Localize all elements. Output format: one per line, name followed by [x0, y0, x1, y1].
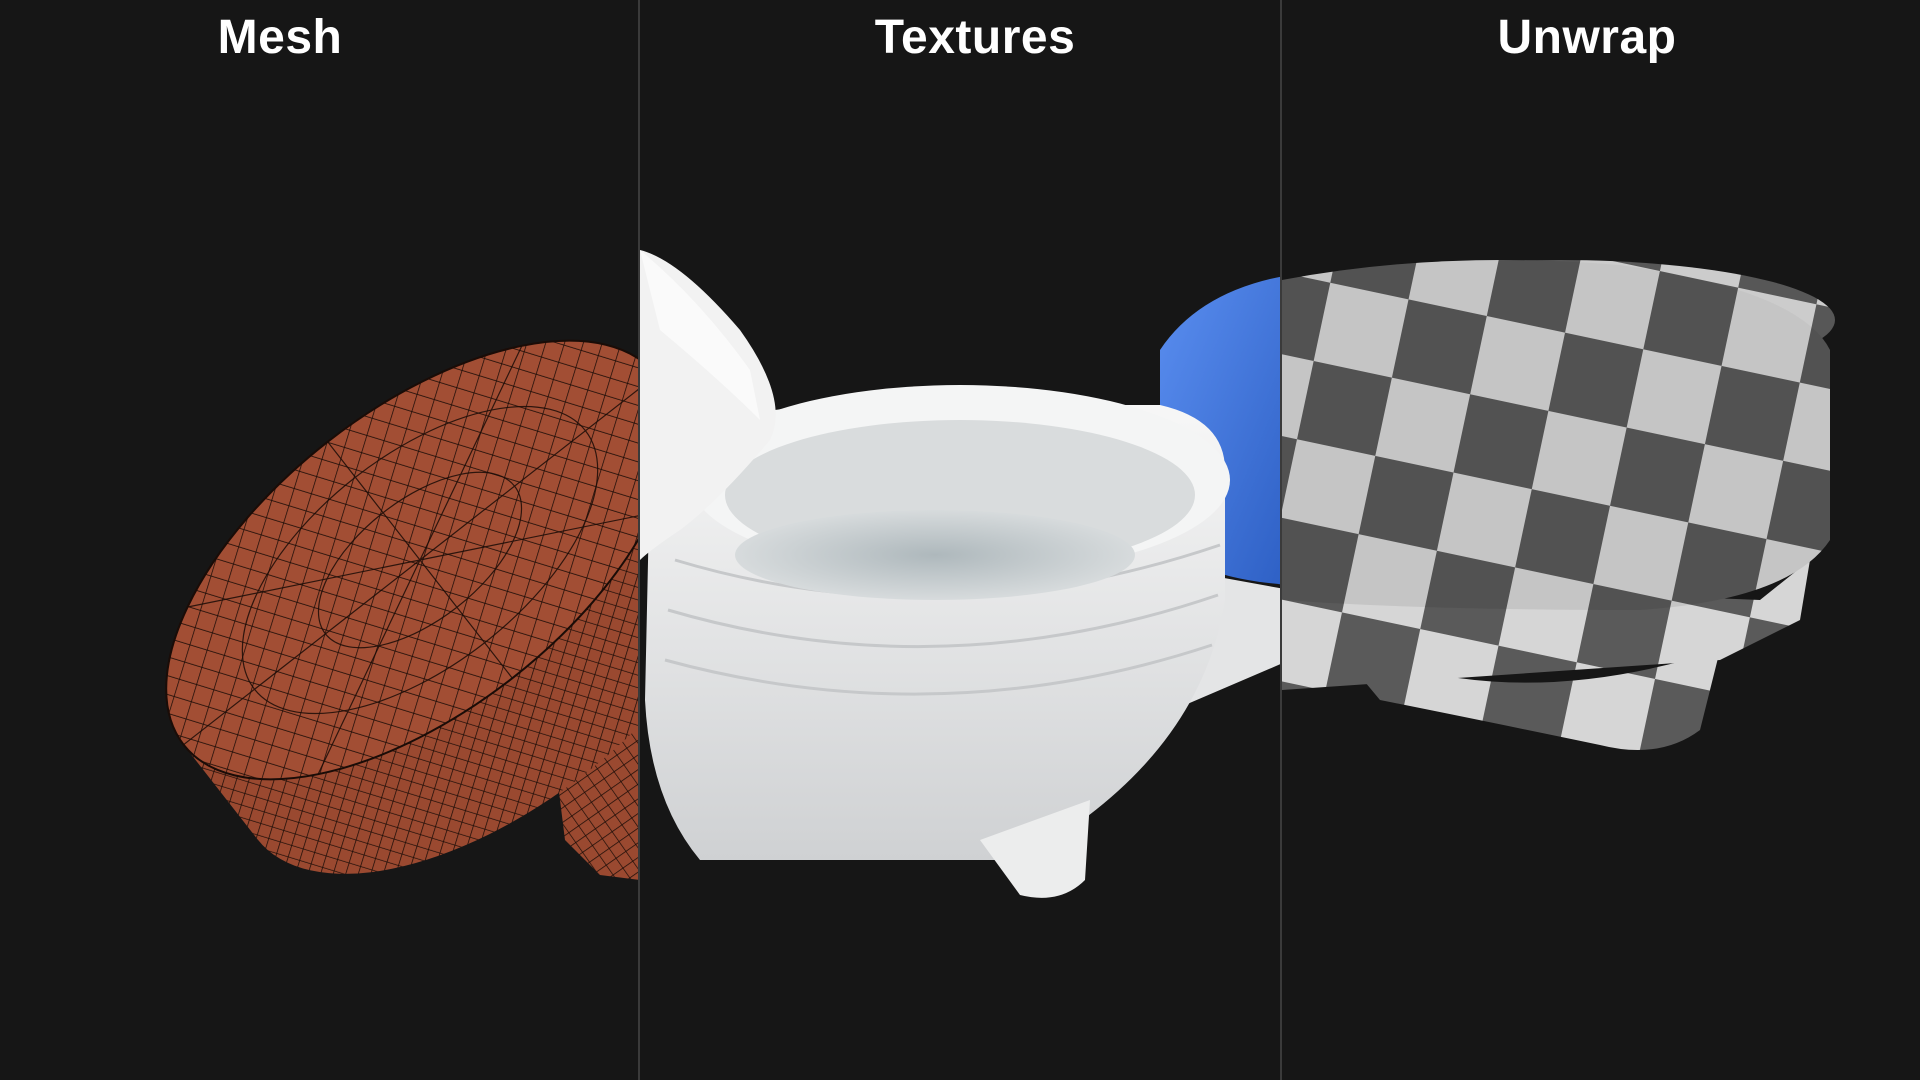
unwrap-view: [1282, 260, 1835, 750]
panel-divider-left: [638, 0, 640, 1080]
lens-case-render: [165, 250, 1835, 898]
render-stage: Mesh Textures Unwrap: [0, 0, 1920, 1080]
textures-view: [640, 250, 1280, 898]
panel-title-mesh: Mesh: [217, 11, 343, 64]
panel-divider-right: [1280, 0, 1282, 1080]
panel-title-unwrap: Unwrap: [1497, 11, 1677, 64]
panel-title-textures: Textures: [874, 11, 1076, 64]
